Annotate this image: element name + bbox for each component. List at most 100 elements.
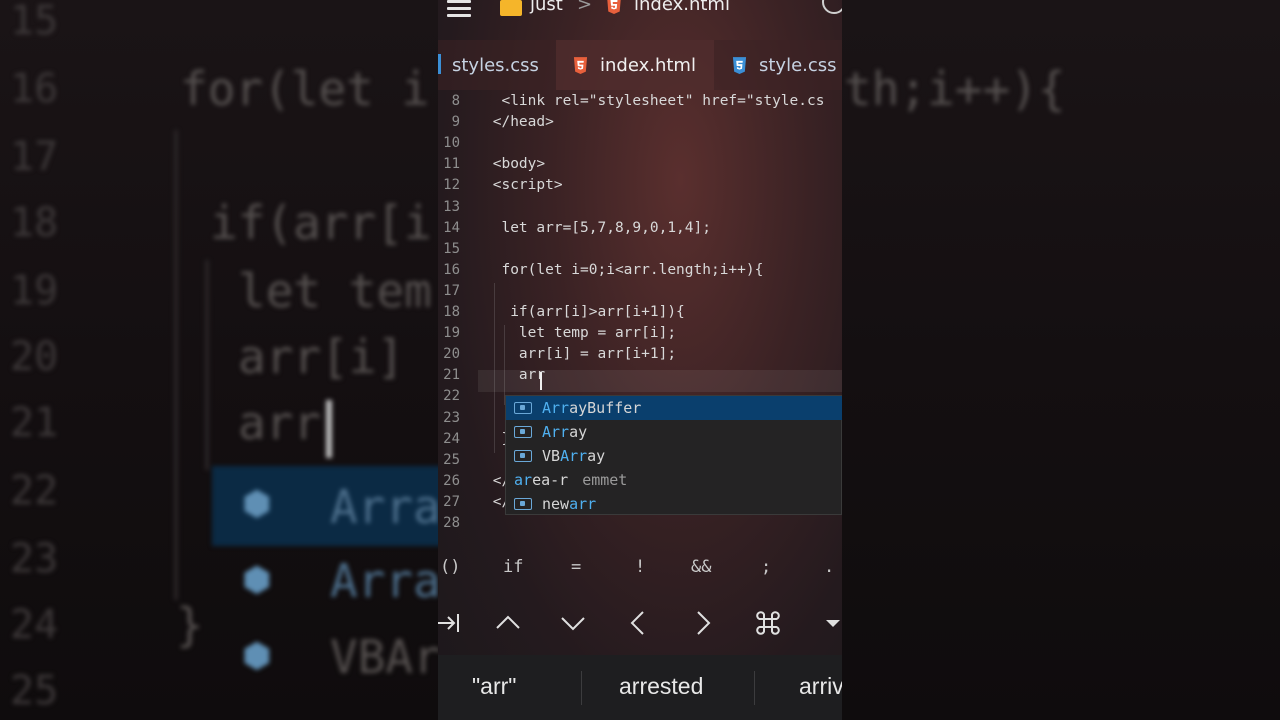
phone-screen: just > index.html styles.css index.html bbox=[438, 0, 842, 720]
bg-code-line: th;i++){ bbox=[844, 62, 1066, 116]
line-number: 21 bbox=[443, 367, 460, 384]
bg-code-line: for(let i bbox=[180, 62, 430, 116]
code-line: let arr=[5,7,8,9,0,1,4]; bbox=[484, 219, 711, 236]
suggestion-divider bbox=[581, 671, 582, 705]
class-symbol-icon bbox=[514, 450, 532, 462]
suggestion-match: ar bbox=[514, 471, 533, 489]
code-line: <body> bbox=[484, 156, 546, 173]
line-number: 26 bbox=[443, 472, 460, 489]
css-file-icon bbox=[732, 56, 747, 74]
bg-class-icon: ⬢ bbox=[242, 560, 272, 600]
line-number: 28 bbox=[443, 515, 460, 531]
code-line: arr bbox=[484, 367, 546, 384]
suggestion-match: Arr bbox=[542, 423, 570, 441]
arrow-left-icon[interactable] bbox=[623, 608, 653, 638]
breadcrumb-file[interactable]: index.html bbox=[634, 0, 730, 15]
symbol-dot-button[interactable]: . bbox=[824, 557, 834, 577]
line-number: 25 bbox=[443, 451, 460, 468]
html-file-icon bbox=[573, 56, 588, 74]
symbol-equals-button[interactable]: = bbox=[571, 557, 581, 577]
folder-icon bbox=[500, 0, 522, 16]
bg-code-line: arr[i] bbox=[238, 330, 405, 384]
keyboard-suggestion[interactable]: "arr" bbox=[472, 673, 516, 700]
tab-label: style.css bbox=[759, 54, 837, 76]
tab-style-css[interactable]: style.css bbox=[714, 40, 842, 90]
suggestion-match: Arr bbox=[560, 447, 588, 465]
symbol-semicolon-button[interactable]: ; bbox=[761, 557, 771, 577]
tab-styles-css[interactable]: styles.css bbox=[438, 40, 556, 90]
bg-line-number: 24 bbox=[10, 602, 59, 648]
code-line: </head> bbox=[484, 114, 554, 131]
command-icon[interactable] bbox=[753, 608, 783, 638]
bg-line-number: 19 bbox=[10, 268, 59, 314]
line-number: 17 bbox=[443, 282, 460, 299]
bg-code-line: VBAr bbox=[330, 630, 441, 684]
symbol-if-button[interactable]: if bbox=[503, 557, 523, 577]
html-file-icon bbox=[607, 0, 621, 14]
autocomplete-list[interactable]: Arr ayBuffer Arr ay VB Arr ay ar ea-r emmet new arr bbox=[505, 395, 842, 515]
tab-label: styles.css bbox=[452, 54, 539, 76]
run-preview-icon[interactable] bbox=[822, 0, 842, 14]
keyboard-suggestion[interactable]: arriv bbox=[799, 673, 842, 700]
suggestion-match: Arr bbox=[542, 399, 570, 417]
suggestion-hint: emmet bbox=[582, 471, 628, 489]
bg-class-icon: ⬢ bbox=[242, 636, 272, 676]
autocomplete-item[interactable]: VB Arr ay bbox=[506, 444, 842, 468]
line-number: 24 bbox=[443, 430, 460, 447]
line-number: 9 bbox=[451, 114, 460, 131]
code-line: arr[i] = arr[i+1]; bbox=[484, 346, 677, 363]
arrow-down-icon[interactable] bbox=[558, 608, 588, 638]
arrow-right-icon[interactable] bbox=[688, 608, 718, 638]
bg-code-line: Arra bbox=[330, 554, 441, 608]
bg-indent-guide bbox=[205, 260, 209, 470]
line-number: 14 bbox=[443, 219, 460, 236]
autocomplete-item[interactable]: Arr ayBuffer bbox=[506, 396, 842, 420]
autocomplete-item[interactable]: new arr bbox=[506, 492, 842, 516]
breadcrumb-folder[interactable]: just bbox=[530, 0, 563, 15]
line-number: 23 bbox=[443, 409, 460, 426]
bg-code-line: let tem bbox=[238, 264, 432, 318]
bg-line-number: 15 bbox=[10, 0, 59, 44]
line-number: 11 bbox=[443, 156, 460, 173]
editor-tabs: styles.css index.html style.css bbox=[438, 40, 842, 90]
line-number: 22 bbox=[443, 388, 460, 405]
keyboard-suggestion[interactable]: arrested bbox=[619, 673, 703, 700]
line-number: 13 bbox=[443, 198, 460, 215]
breadcrumb-separator: > bbox=[577, 0, 593, 15]
bg-indent-guide bbox=[174, 130, 178, 600]
tab-label: index.html bbox=[600, 54, 696, 76]
bg-code-line: arr bbox=[238, 396, 322, 450]
line-number: 16 bbox=[443, 261, 460, 278]
autocomplete-item[interactable]: ar ea-r emmet bbox=[506, 468, 842, 492]
bg-line-number: 17 bbox=[10, 134, 59, 180]
tab-index-html[interactable]: index.html bbox=[556, 40, 714, 90]
app-header: just > index.html bbox=[438, 0, 842, 40]
symbol-and-button[interactable]: && bbox=[691, 557, 711, 577]
code-line: <link rel="stylesheet" href="style.cs bbox=[484, 93, 825, 109]
text-caret bbox=[540, 372, 542, 390]
bg-code-line: if(arr[i bbox=[210, 196, 432, 250]
bg-code-line: Arra bbox=[330, 480, 441, 534]
autocomplete-item[interactable]: Arr ay bbox=[506, 420, 842, 444]
suggestion-rest: ay bbox=[587, 447, 606, 465]
bg-class-icon: ⬢ bbox=[242, 484, 272, 524]
line-number: 15 bbox=[443, 240, 460, 257]
suggestion-rest: ea-r bbox=[532, 471, 569, 489]
suggestion-rest: ay bbox=[569, 423, 588, 441]
tab-icon[interactable] bbox=[438, 608, 464, 638]
line-number: 12 bbox=[443, 177, 460, 194]
symbol-not-button[interactable]: ! bbox=[635, 557, 645, 577]
bg-line-number: 21 bbox=[10, 400, 59, 446]
line-number: 8 bbox=[451, 93, 460, 109]
bg-line-number: 22 bbox=[10, 468, 59, 514]
line-number: 18 bbox=[443, 304, 460, 320]
hamburger-menu-icon[interactable] bbox=[447, 0, 471, 18]
suggestion-rest: ayBuffer bbox=[569, 399, 642, 417]
line-number: 20 bbox=[443, 346, 460, 363]
class-symbol-icon bbox=[514, 402, 532, 414]
arrow-up-icon[interactable] bbox=[493, 608, 523, 638]
dropdown-icon[interactable] bbox=[818, 608, 842, 638]
line-number: 19 bbox=[443, 325, 460, 342]
code-line: if(arr[i]>arr[i+1]){ bbox=[484, 304, 685, 320]
symbol-parens-button[interactable]: () bbox=[440, 557, 460, 577]
